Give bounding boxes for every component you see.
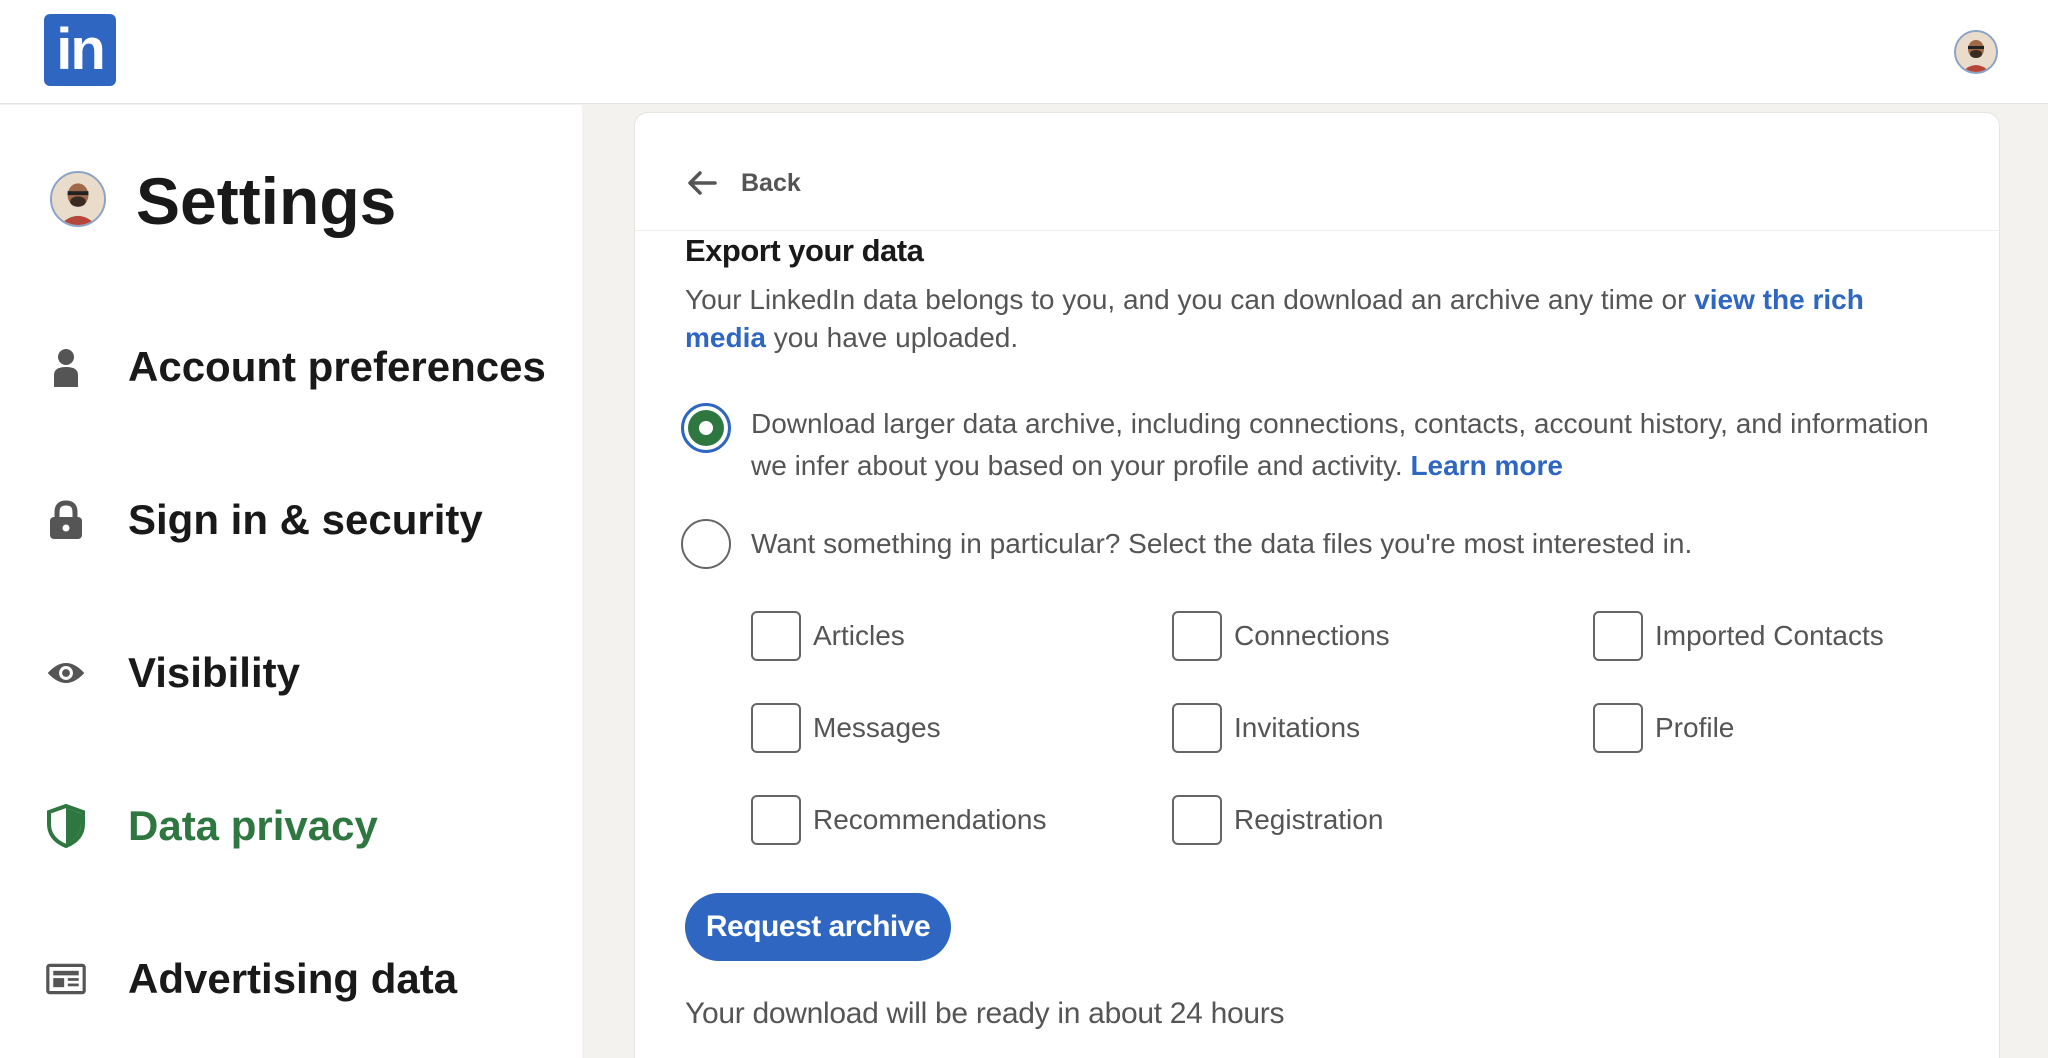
checkbox-label: Profile <box>1655 712 1735 743</box>
checkbox[interactable] <box>1172 611 1222 661</box>
checkbox-label: Invitations <box>1234 712 1361 743</box>
request-archive-button[interactable]: Request archive <box>685 893 951 961</box>
checkbox[interactable] <box>1172 703 1222 753</box>
checkbox-label: Recommendations <box>813 804 1047 835</box>
checkbox[interactable] <box>751 611 801 661</box>
shield-icon <box>46 804 86 848</box>
arrow-left-icon <box>688 171 717 195</box>
sidebar-item-label: Account preferences <box>128 343 546 390</box>
page-title: Settings <box>136 164 397 238</box>
description-text: Your LinkedIn data belongs to you, and y… <box>685 284 1695 315</box>
description-text: you have uploaded. <box>765 322 1019 353</box>
radio-label-text: Want something in particular? Select the… <box>751 528 1693 559</box>
checkbox-label: Registration <box>1234 804 1384 835</box>
person-icon <box>46 347 86 387</box>
lock-icon <box>46 500 86 540</box>
sidebar-item-label: Advertising data <box>128 955 458 1002</box>
radio-label-text: Download larger data archive, including … <box>751 408 1929 481</box>
radio-label: Download larger data archive, including … <box>751 403 1931 487</box>
sidebar-item-account-preferences[interactable]: Account preferences <box>0 327 582 407</box>
checkbox-articles[interactable]: Articles <box>751 611 905 661</box>
sidebar-item-label: Visibility <box>128 649 300 696</box>
checkbox[interactable] <box>1593 703 1643 753</box>
radio-button-full-archive[interactable] <box>681 403 731 453</box>
checkbox-label: Imported Contacts <box>1655 620 1884 651</box>
checkbox-invitations[interactable]: Invitations <box>1172 703 1360 753</box>
checkbox-connections[interactable]: Connections <box>1172 611 1390 661</box>
sidebar-item-visibility[interactable]: Visibility <box>0 633 582 713</box>
checkbox-label: Messages <box>813 712 941 743</box>
settings-sidebar: Settings Account preferences Sign in & s… <box>0 105 582 1058</box>
ad-icon <box>46 959 86 999</box>
section-title: Export your data <box>685 233 924 268</box>
checkbox-imported-contacts[interactable]: Imported Contacts <box>1593 611 1884 661</box>
linkedin-logo[interactable]: in <box>44 14 116 86</box>
profile-avatar-icon[interactable] <box>50 171 106 227</box>
sidebar-item-label: Sign in & security <box>128 496 483 543</box>
top-navigation-bar: in <box>0 0 2048 104</box>
radio-button-specific-files[interactable] <box>681 519 731 569</box>
learn-more-link[interactable]: Learn more <box>1410 450 1563 481</box>
radio-option-full-archive[interactable]: Download larger data archive, including … <box>681 403 1931 487</box>
checkbox-messages[interactable]: Messages <box>751 703 941 753</box>
checkbox[interactable] <box>751 703 801 753</box>
sidebar-item-sign-in-security[interactable]: Sign in & security <box>0 480 582 560</box>
eye-icon <box>46 653 86 693</box>
checkbox-profile[interactable]: Profile <box>1593 703 1734 753</box>
checkbox-registration[interactable]: Registration <box>1172 795 1383 845</box>
export-data-card: Back Export your data Your LinkedIn data… <box>634 112 2001 1058</box>
checkbox[interactable] <box>1172 795 1222 845</box>
sidebar-item-label: Data privacy <box>128 802 378 849</box>
back-button[interactable]: Back <box>685 163 801 203</box>
checkbox-label: Connections <box>1234 620 1390 651</box>
checkbox-recommendations[interactable]: Recommendations <box>751 795 1046 845</box>
section-description: Your LinkedIn data belongs to you, and y… <box>685 281 1945 357</box>
sidebar-item-data-privacy[interactable]: Data privacy <box>0 786 582 866</box>
divider <box>635 230 2001 231</box>
checkbox[interactable] <box>1593 611 1643 661</box>
user-avatar-icon[interactable] <box>1954 30 1998 74</box>
checkbox[interactable] <box>751 795 801 845</box>
sidebar-item-advertising-data[interactable]: Advertising data <box>0 939 582 1019</box>
download-ready-note: Your download will be ready in about 24 … <box>685 997 1285 1030</box>
radio-option-specific-files[interactable]: Want something in particular? Select the… <box>681 519 1931 569</box>
back-label: Back <box>741 168 801 197</box>
checkbox-label: Articles <box>813 620 905 651</box>
